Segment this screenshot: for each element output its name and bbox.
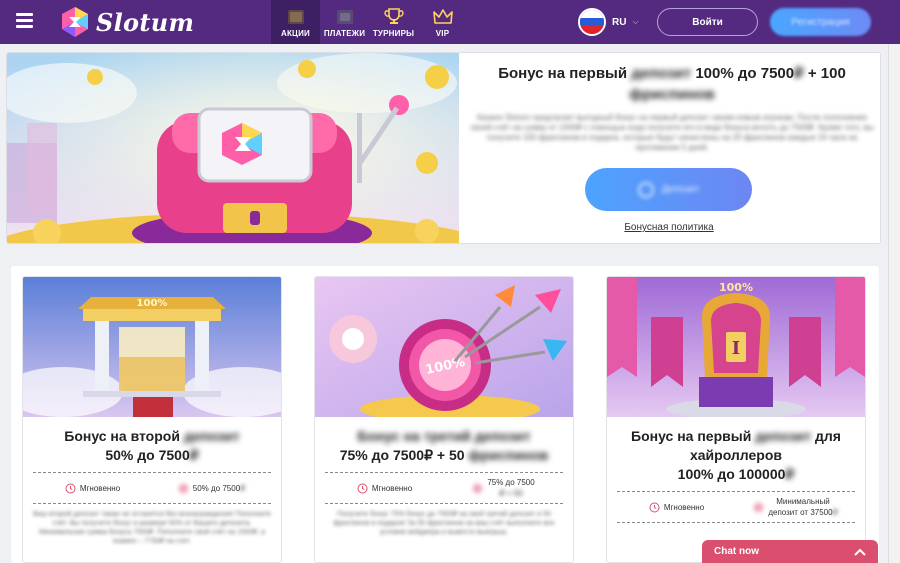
meta-timing: Мгновенно — [617, 502, 736, 513]
bonus-policy-link[interactable]: Бонусная политика — [459, 222, 879, 233]
card-title-part: 75% до 7500₽ + 50 — [339, 447, 465, 463]
percent-icon — [753, 502, 764, 512]
card-description: Получите бонус 75% бонус до 7500₽ на сво… — [333, 511, 555, 536]
percent-icon — [178, 483, 189, 493]
logo-mark-icon — [62, 7, 88, 37]
svg-text:100%: 100% — [137, 298, 168, 309]
bonus-cards-section: 100% Бонус на второй депозит 50% до 7500… — [11, 266, 879, 563]
meta-amount: 50% до 7500₽ — [152, 483, 271, 494]
site-logo[interactable]: Slotum — [58, 5, 194, 39]
card-title-part: хайроллеров — [689, 447, 783, 463]
login-button[interactable]: Войти — [657, 8, 758, 36]
nav-tab-vip[interactable]: VIP — [418, 0, 467, 44]
card-meta-row: Мгновенно Минимальный депозит от 37500₽ — [617, 491, 855, 523]
percent-icon — [472, 483, 483, 493]
card-title-blurred: депозит — [183, 428, 240, 444]
meta-amount: 75% до 7500 ₽ + 50 — [444, 477, 563, 499]
chevron-down-icon: ⌵ — [632, 17, 639, 26]
nav-tab-payments[interactable]: ПЛАТЕЖИ — [320, 0, 369, 44]
meta-amount-blurred: ₽ — [832, 508, 838, 517]
hero-title-part: Бонус на первый — [498, 65, 628, 82]
temple-100-illustration: 100% — [23, 277, 281, 417]
card-title-part: 50% до 7500 — [105, 447, 190, 463]
clock-icon — [65, 483, 76, 493]
meta-timing: Мгновенно — [33, 483, 152, 494]
card-title-part: 100% до 100000 — [677, 466, 786, 482]
treasure-slot-machine-illustration — [7, 53, 477, 243]
hero-description: Казино Slotum предлагает выгодный бонус … — [470, 113, 874, 152]
nav-label-payments: ПЛАТЕЖИ — [323, 29, 366, 38]
meta-timing: Мгновенно — [325, 483, 444, 494]
russia-flag-icon — [578, 8, 606, 36]
main-nav: АКЦИИ ПЛАТЕЖИ ТУРНИРЫ VIP — [271, 0, 467, 44]
bonus-card-highroller[interactable]: I 100% Бонус на первый депозит для хайро… — [606, 276, 866, 563]
card-title-blurred: ₽ — [785, 466, 795, 482]
card-meta-row: Мгновенно 75% до 7500 ₽ + 50 — [325, 472, 563, 504]
hero-title-blurred: ₽ — [794, 65, 804, 82]
hero-title-part: + 100 — [807, 65, 846, 82]
gift-icon — [287, 10, 304, 24]
card-title-part: для — [815, 428, 841, 444]
card-title: Бонус на второй депозит 50% до 7500₽ — [29, 427, 275, 465]
hero-offer-panel: Бонус на первый депозит 100% до 7500₽ + … — [459, 53, 880, 243]
meta-amount-value: 50% до 7500 — [192, 483, 241, 493]
crown-icon — [432, 9, 453, 24]
meta-amount-value: депозит от 37500 — [768, 508, 833, 517]
clock-icon — [357, 483, 368, 493]
meta-amount: Минимальный депозит от 37500₽ — [736, 496, 855, 518]
bonus-card-third-deposit[interactable]: 100% Бонус на третий депозит 75% до 7500… — [314, 276, 574, 563]
logo-text: Slotum — [96, 7, 195, 37]
top-navigation-bar: Slotum АКЦИИ ПЛАТЕЖИ ТУРНИРЫ VIP RU ⌵ Во… — [0, 0, 900, 44]
card-title: Бонус на первый депозит для хайроллеров … — [613, 427, 859, 484]
nav-label-vip: VIP — [435, 29, 450, 38]
deposit-button-label: Депозит — [661, 184, 700, 195]
meta-amount-label: 50% до 7500₽ — [193, 484, 245, 493]
meta-timing-label: Мгновенно — [371, 483, 413, 493]
hero-title-part: 100% до 7500 — [695, 65, 795, 82]
meta-amount-label: 75% до 7500 ₽ + 50 — [487, 477, 534, 499]
nav-label-tournaments: ТУРНИРЫ — [372, 29, 415, 38]
darts-target-illustration: 100% — [315, 277, 573, 417]
nav-tab-tournaments[interactable]: ТУРНИРЫ — [369, 0, 418, 44]
meta-amount-value: Минимальный — [776, 497, 830, 506]
hero-offer-title: Бонус на первый депозит 100% до 7500₽ + … — [477, 63, 867, 105]
throne-illustration: I 100% — [607, 277, 865, 417]
bonus-card-second-deposit[interactable]: 100% Бонус на второй депозит 50% до 7500… — [22, 276, 282, 563]
hero-title-blurred: фриспинов — [629, 86, 715, 103]
coin-icon — [637, 181, 654, 198]
chevron-up-icon — [854, 548, 866, 556]
card-title-part: Бонус на первый — [631, 428, 752, 444]
card-meta-row: Мгновенно 50% до 7500₽ — [33, 472, 271, 504]
card-title-blurred: Бонус на третий депозит — [357, 428, 531, 444]
language-code: RU — [612, 16, 627, 28]
trophy-icon — [383, 8, 404, 24]
card-title-blurred: фриспинов — [468, 447, 549, 463]
nav-label-promotions: АКЦИИ — [280, 29, 310, 38]
svg-text:I: I — [732, 338, 740, 359]
page-scrollbar[interactable] — [888, 44, 900, 563]
svg-text:100%: 100% — [719, 281, 753, 294]
meta-amount-blurred: ₽ + 50 — [499, 489, 523, 498]
meta-timing-label: Мгновенно — [79, 483, 121, 493]
register-button[interactable]: Регистрация — [770, 8, 871, 36]
card-title-part: Бонус на второй — [64, 428, 180, 444]
hamburger-icon[interactable] — [16, 13, 33, 28]
meta-amount-blurred: ₽ — [240, 483, 246, 493]
meta-amount-value: 75% до 7500 — [487, 478, 535, 487]
card-description: Ваш второй депозит также не останется бе… — [33, 511, 271, 545]
meta-amount-label: Минимальный депозит от 37500₽ — [768, 496, 837, 518]
hero-promo-banner: Бонус на первый депозит 100% до 7500₽ + … — [6, 52, 881, 244]
wallet-icon — [336, 10, 353, 24]
nav-tab-promotions[interactable]: АКЦИИ — [271, 0, 320, 44]
language-selector[interactable]: RU ⌵ — [578, 8, 639, 36]
card-title: Бонус на третий депозит 75% до 7500₽ + 5… — [321, 427, 567, 465]
chat-label: Chat now — [714, 546, 759, 557]
meta-timing-label: Мгновенно — [663, 502, 705, 512]
card-title-blurred: депозит — [755, 428, 812, 444]
deposit-button[interactable]: Депозит — [585, 168, 752, 211]
clock-icon — [649, 502, 660, 512]
card-title-blurred: ₽ — [189, 447, 199, 463]
chat-now-widget[interactable]: Chat now — [702, 540, 878, 563]
hero-title-blurred: депозит — [631, 65, 692, 82]
